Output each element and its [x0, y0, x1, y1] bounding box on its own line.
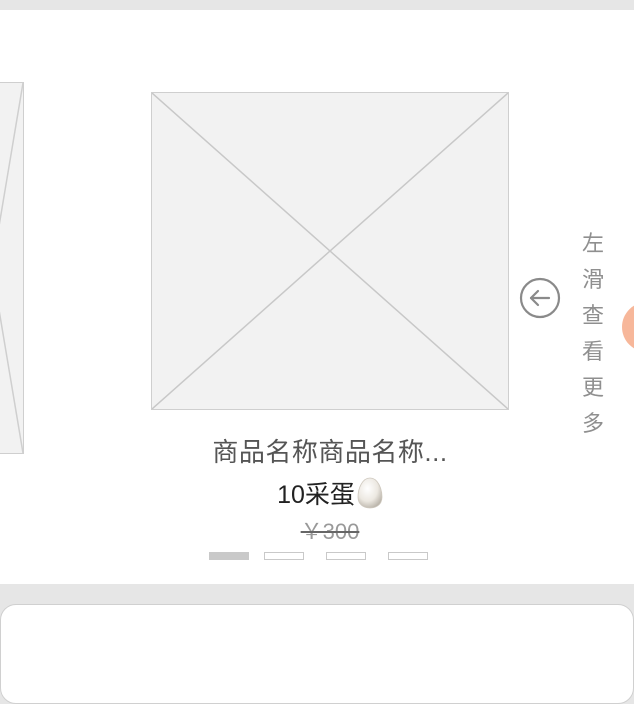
- swipe-hint-char: 左: [581, 231, 604, 256]
- image-placeholder-icon: [0, 83, 23, 453]
- carousel-dot-2[interactable]: [264, 552, 304, 560]
- swipe-hint-char: 更: [581, 375, 604, 400]
- top-divider: [0, 0, 634, 10]
- egg-icon: [357, 477, 383, 509]
- next-section-card: [0, 604, 634, 704]
- swipe-hint-char: 看: [581, 339, 604, 364]
- swipe-hint-char: 滑: [581, 267, 604, 292]
- product-carousel-card: 商品名称商品名称... 10采蛋 ￥300 左 滑 查 看 更 多: [0, 10, 634, 584]
- product-image[interactable]: [151, 92, 509, 410]
- carousel-dot-3[interactable]: [326, 552, 366, 560]
- carousel-dot-4[interactable]: [388, 552, 428, 560]
- swipe-hint-char: 多: [581, 411, 604, 436]
- image-placeholder-icon: [152, 93, 508, 409]
- original-price-text: ￥300: [300, 519, 360, 544]
- carousel-dot-1[interactable]: [209, 552, 249, 560]
- previous-product-image[interactable]: [0, 82, 24, 454]
- original-price: ￥300: [250, 514, 410, 546]
- swipe-hint-char: 查: [581, 303, 604, 328]
- swipe-hint-text: 左 滑 查 看 更 多: [576, 226, 610, 442]
- left-arrow-circle-icon[interactable]: [518, 276, 562, 320]
- price-value: 10采蛋: [277, 481, 355, 509]
- product-price: 10采蛋: [160, 475, 500, 511]
- floating-action-bubble[interactable]: [622, 302, 634, 352]
- product-name[interactable]: 商品名称商品名称...: [160, 432, 500, 469]
